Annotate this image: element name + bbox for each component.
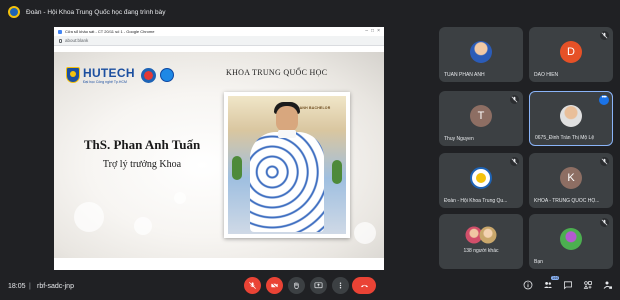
participant-name: 0675_Đinh Trần Thị Mộ Lệ	[535, 135, 595, 141]
presenting-bar: Đoàn - Hội Khoa Trung Quốc học đang trìn…	[0, 0, 620, 24]
meeting-info-button[interactable]	[522, 279, 534, 291]
participant-tile[interactable]: K KHOA - TRUNG QUỐC HỌ...	[529, 153, 613, 208]
bokeh-decoration	[354, 222, 376, 244]
presenter-logo-icon	[8, 6, 20, 18]
bokeh-decoration	[74, 202, 104, 232]
address-text: about:blank	[65, 38, 89, 43]
maximize-icon[interactable]: □	[371, 29, 374, 34]
mic-off-icon	[510, 157, 519, 166]
participant-avatar: T	[470, 104, 492, 127]
mic-off-icon	[600, 31, 609, 40]
mic-off-icon	[510, 95, 519, 104]
participant-name: KHOA - TRUNG QUỐC HỌ...	[534, 198, 600, 204]
present-icon	[314, 282, 323, 289]
close-icon[interactable]: ×	[377, 29, 380, 34]
participant-name: DAO HIEN	[534, 72, 559, 78]
person-collar	[278, 130, 296, 138]
chat-button[interactable]	[562, 279, 574, 291]
participant-tile[interactable]: Đoàn - Hội Khoa Trung Qu...	[439, 153, 523, 208]
participant-avatar: K	[560, 166, 582, 189]
bokeh-decoration	[134, 217, 152, 235]
more-options-icon[interactable]: •••	[599, 95, 609, 105]
activities-icon	[583, 281, 592, 289]
plant-decoration	[332, 160, 342, 184]
chrome-titlebar: Cửa sổ khảo sát - CT 20/11 số 1 - Google…	[54, 27, 384, 36]
chrome-window-title: Cửa sổ khảo sát - CT 20/11 số 1 - Google…	[65, 29, 155, 34]
speaker-role: Trợ lý trưởng Khoa	[102, 159, 182, 170]
participant-tile-active[interactable]: ••• 0675_Đinh Trần Thị Mộ Lệ	[529, 91, 613, 146]
plant-decoration	[232, 156, 242, 180]
person-body	[250, 132, 324, 232]
hutech-logo-group: HUTECH Đại học Công nghệ Tp.HCM	[66, 66, 174, 84]
mic-off-icon	[600, 218, 609, 227]
bottom-bar: 18:05 | rbf-sadc-jnp 144	[0, 272, 620, 300]
speaker-name: ThS. Phan Anh Tuấn	[83, 137, 201, 152]
hand-icon	[294, 282, 299, 290]
host-controls-button[interactable]	[602, 279, 614, 291]
participant-name: Bạn	[534, 259, 543, 265]
avatar-initial: K	[567, 171, 575, 184]
participant-avatar	[560, 227, 582, 250]
participant-tile[interactable]: D DAO HIEN	[529, 27, 613, 82]
presenting-title: Đoàn - Hội Khoa Trung Quốc học đang trìn…	[26, 8, 166, 16]
lock-person-icon	[603, 281, 612, 289]
present-screen-button[interactable]	[310, 277, 327, 294]
avatar-initial: D	[567, 45, 575, 58]
student-union-logo-icon	[159, 68, 174, 82]
raise-hand-button[interactable]	[288, 277, 305, 294]
hutech-wordmark: HUTECH Đại học Công nghệ Tp.HCM	[83, 66, 135, 84]
hutech-name: HUTECH	[83, 66, 135, 80]
presentation-slide: HUTECH Đại học Công nghệ Tp.HCM KHOA TRU…	[54, 52, 384, 258]
shared-screen: Cửa sổ khảo sát - CT 20/11 số 1 - Google…	[54, 27, 384, 270]
participant-avatar	[470, 40, 492, 63]
leave-call-button[interactable]	[352, 277, 376, 294]
bokeh-decoration	[174, 192, 186, 204]
clock: 18:05	[8, 282, 26, 290]
speaker-photo-image: DOANH BACHELOR	[228, 96, 346, 234]
others-count: 138 người khác	[463, 248, 499, 254]
more-vert-icon	[339, 282, 342, 289]
others-avatars	[465, 226, 497, 244]
people-icon	[544, 282, 552, 288]
more-options-button[interactable]	[332, 277, 349, 294]
address-bar[interactable]: about:blank	[54, 36, 384, 46]
page-info-icon[interactable]	[59, 38, 62, 43]
participant-tile[interactable]: TUAN PHAN ANH	[439, 27, 523, 82]
speaker-photo: DOANH BACHELOR	[224, 92, 350, 238]
person-head	[276, 106, 298, 132]
hutech-shield-icon	[66, 67, 80, 83]
others-tile[interactable]: 138 người khác	[439, 214, 523, 269]
chat-icon	[564, 281, 572, 290]
browser-page: HUTECH Đại học Công nghệ Tp.HCM KHOA TRU…	[54, 46, 384, 270]
meeting-code: rbf-sadc-jnp	[37, 282, 74, 290]
participant-count-badge: 144	[551, 276, 559, 280]
microphone-toggle-button[interactable]	[244, 277, 261, 294]
youth-union-logo-icon	[140, 67, 156, 83]
faculty-title: KHOA TRUNG QUỐC HỌC	[226, 68, 328, 77]
mic-off-icon	[600, 157, 609, 166]
self-tile[interactable]: Bạn	[529, 214, 613, 269]
participant-avatar: D	[560, 40, 582, 63]
participant-tile[interactable]: T Thuy Nguyen	[439, 91, 523, 146]
camera-off-icon	[271, 282, 278, 289]
participant-avatar-logo	[470, 166, 492, 189]
chrome-favicon-icon	[58, 29, 62, 34]
divider: |	[29, 282, 31, 290]
info-icon	[523, 280, 533, 290]
mini-avatar	[479, 226, 497, 244]
people-button[interactable]: 144	[542, 276, 559, 291]
minimize-icon[interactable]: –	[365, 29, 368, 34]
activities-button[interactable]	[582, 279, 594, 291]
participant-name: TUAN PHAN ANH	[444, 72, 485, 78]
mic-off-icon	[249, 282, 256, 289]
avatar-initial: T	[477, 109, 485, 122]
hutech-subtitle: Đại học Công nghệ Tp.HCM	[83, 80, 127, 84]
call-end-icon	[360, 284, 368, 288]
camera-toggle-button[interactable]	[266, 277, 283, 294]
participant-name: Đoàn - Hội Khoa Trung Qu...	[444, 198, 508, 204]
participant-avatar	[560, 104, 582, 127]
participant-name: Thuy Nguyen	[444, 136, 474, 142]
